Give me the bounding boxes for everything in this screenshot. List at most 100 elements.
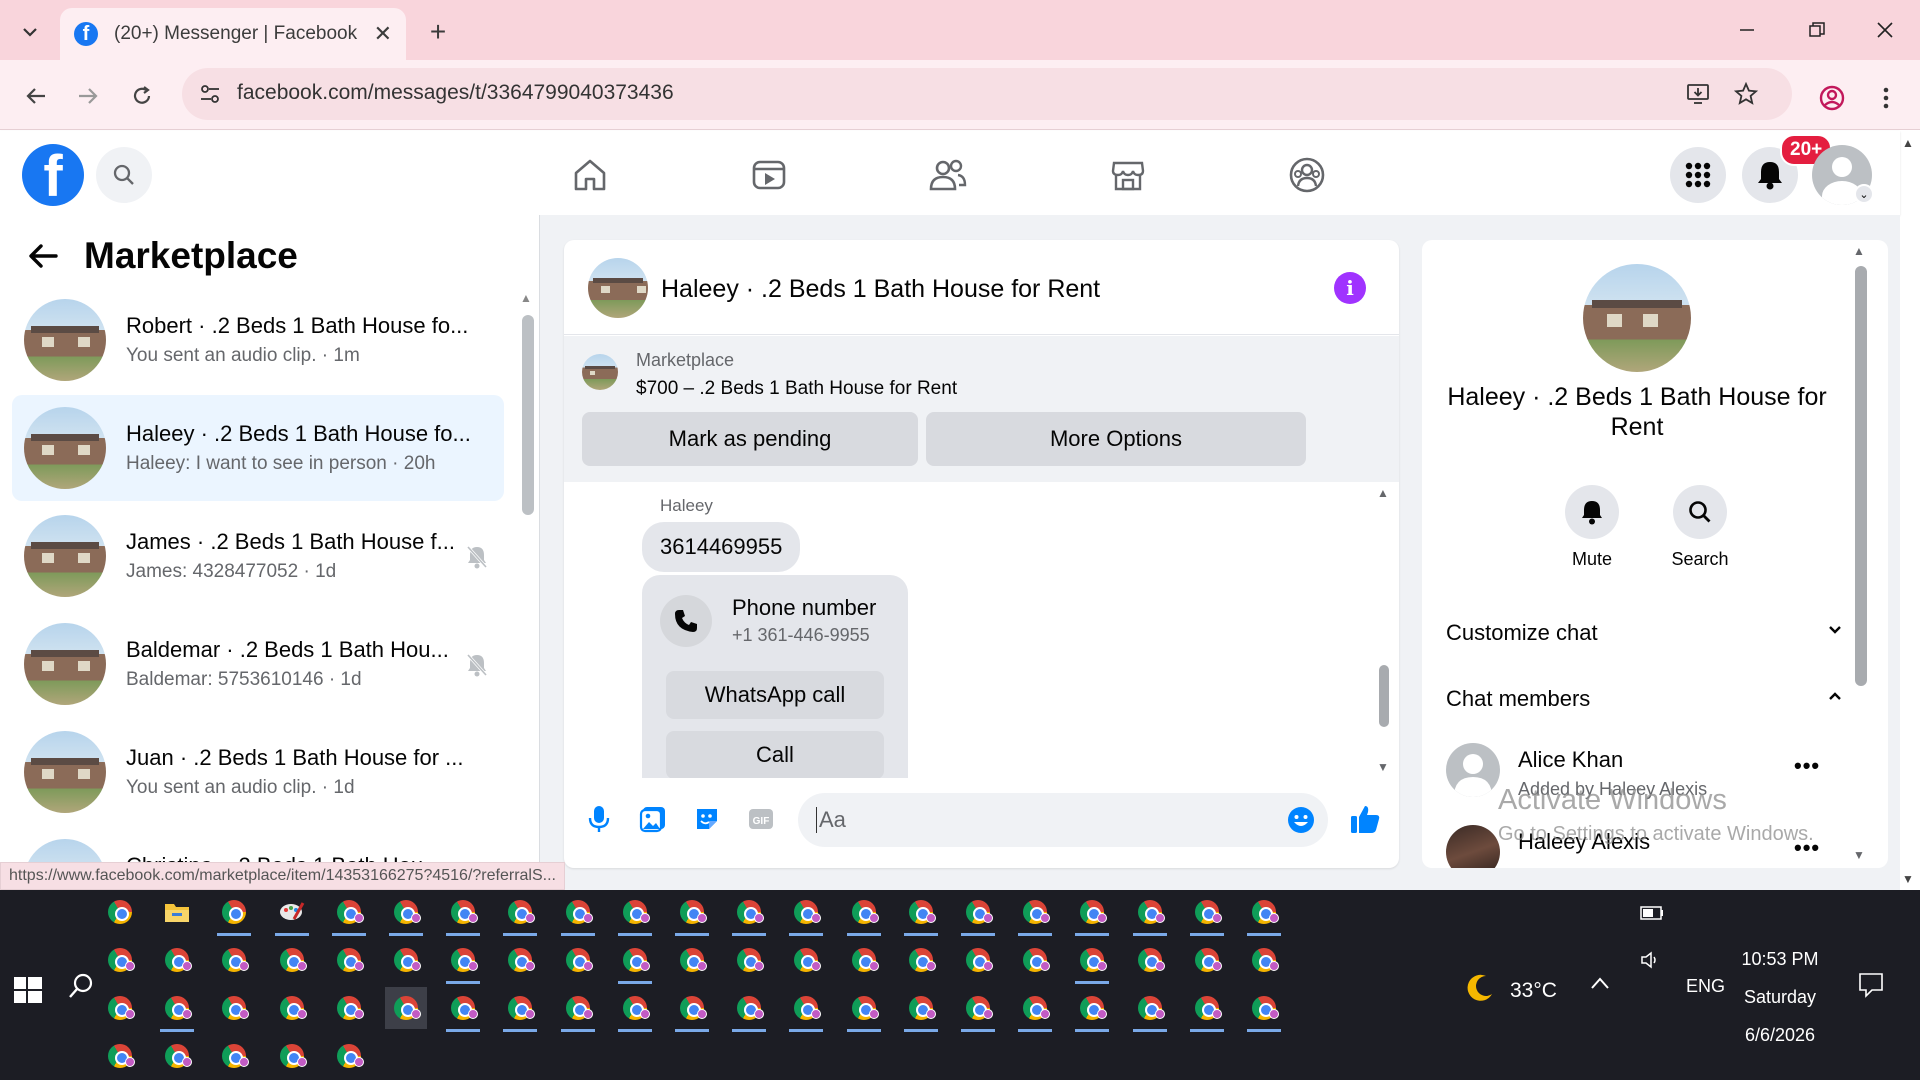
chrome-app-icon[interactable] [1186,891,1228,936]
nav-video-icon[interactable] [741,151,797,199]
nav-friends-icon[interactable] [920,151,976,199]
mute-action[interactable]: Mute [1552,485,1632,570]
chrome-app-icon[interactable] [156,939,198,981]
notification-center-icon[interactable] [1858,972,1884,1003]
chrome-app-icon[interactable] [1014,891,1056,936]
chrome-app-icon[interactable] [442,987,484,1032]
restore-button[interactable] [1794,10,1840,50]
file-explorer-icon[interactable] [156,891,198,933]
chrome-app-icon[interactable] [213,1035,255,1077]
conversation-item[interactable]: James · .2 Beds 1 Bath House f... James:… [12,503,504,609]
chrome-app-icon[interactable] [99,939,141,981]
thumbs-up-icon[interactable] [1348,802,1382,836]
chrome-app-icon[interactable] [900,939,942,981]
chrome-app-icon[interactable] [213,987,255,1029]
conversation-item[interactable]: Juan · .2 Beds 1 Bath House for ... You … [12,719,504,825]
chrome-app-icon[interactable] [785,939,827,981]
details-scroll-down-icon[interactable]: ▼ [1853,848,1865,862]
battery-icon[interactable] [1640,904,1664,925]
messages-scroll-up-icon[interactable]: ▲ [1377,486,1389,500]
chrome-app-icon[interactable] [99,1035,141,1077]
show-hidden-icons-chevron-icon[interactable] [1590,974,1610,995]
chrome-app-icon[interactable] [1243,939,1285,981]
chrome-app-icon[interactable] [385,891,427,936]
chrome-app-icon[interactable] [442,891,484,936]
chrome-app-icon[interactable] [156,987,198,1032]
chrome-app-icon[interactable] [499,987,541,1032]
forward-button[interactable] [68,76,108,116]
account-chevron-down-icon[interactable]: ⌄ [1854,184,1874,204]
profile-icon[interactable] [1816,82,1848,114]
chrome-app-icon[interactable] [328,987,370,1029]
address-bar[interactable]: facebook.com/messages/t/3364799040373436 [182,68,1792,120]
chrome-app-icon[interactable] [1071,939,1113,984]
customize-chat-row[interactable]: Customize chat [1446,620,1841,646]
whatsapp-call-button[interactable]: WhatsApp call [666,671,884,719]
chrome-app-icon[interactable] [499,891,541,936]
menu-grid-button[interactable] [1670,147,1726,203]
chrome-app-icon[interactable] [728,987,770,1032]
chat-members-row[interactable]: Chat members [1446,686,1841,712]
chrome-app-icon[interactable] [271,939,313,981]
search-action[interactable]: Search [1660,485,1740,570]
chrome-app-icon[interactable] [671,987,713,1032]
taskbar-clock[interactable]: 10:53 PM Saturday 6/6/2026 [1720,940,1840,1054]
chat-info-icon[interactable]: i [1334,272,1366,304]
chrome-app-icon[interactable] [385,987,427,1029]
chrome-app-icon[interactable] [213,891,255,936]
chrome-app-icon[interactable] [1186,987,1228,1032]
message-bubble[interactable]: 3614469955 [642,522,801,572]
chrome-app-icon[interactable] [557,891,599,936]
chrome-app-icon[interactable] [728,891,770,936]
chrome-app-icon[interactable] [1243,987,1285,1032]
messages-scrollbar[interactable] [1379,665,1389,727]
scroll-up-arrow-icon[interactable]: ▲ [520,291,532,305]
chrome-app-icon[interactable] [328,1035,370,1077]
chrome-app-icon[interactable] [1186,939,1228,981]
chrome-app-icon[interactable] [785,891,827,936]
mark-as-pending-button[interactable]: Mark as pending [582,412,918,466]
chrome-app-icon[interactable] [557,939,599,981]
reload-button[interactable] [122,76,162,116]
details-scrollbar[interactable] [1855,266,1867,686]
chrome-app-icon[interactable] [1129,987,1171,1032]
chrome-app-icon[interactable] [614,987,656,1032]
chrome-app-icon[interactable] [156,1035,198,1077]
microphone-icon[interactable] [582,802,616,836]
chrome-app-icon[interactable] [957,939,999,981]
messages-scroll-down-icon[interactable]: ▼ [1377,760,1389,774]
chrome-app-icon[interactable] [671,891,713,936]
bookmark-star-icon[interactable] [1730,78,1762,110]
chrome-app-icon[interactable] [1071,891,1113,936]
call-button[interactable]: Call [666,731,884,778]
conversation-item[interactable]: Robert · .2 Beds 1 Bath House fo... You … [12,287,504,393]
chrome-app-icon[interactable] [385,939,427,981]
details-scroll-up-icon[interactable]: ▲ [1853,244,1865,258]
chrome-app-icon[interactable] [557,987,599,1032]
chrome-app-icon[interactable] [728,939,770,981]
chrome-app-icon[interactable] [614,891,656,936]
nav-marketplace-icon[interactable] [1100,151,1156,199]
chrome-app-icon[interactable] [1014,987,1056,1032]
install-app-icon[interactable] [1682,78,1714,110]
back-button[interactable] [16,76,56,116]
tab-close-icon[interactable]: ✕ [374,21,392,47]
facebook-logo-icon[interactable]: f [22,144,84,206]
listing-price-title[interactable]: $700 – .2 Beds 1 Bath House for Rent [636,378,957,400]
chat-profile-thumbnail[interactable] [1583,264,1691,372]
chrome-app-icon[interactable] [957,987,999,1032]
chrome-app-icon[interactable] [900,891,942,936]
taskbar-search-icon[interactable] [68,972,96,1005]
chrome-app-icon[interactable] [271,987,313,1029]
windows-start-icon[interactable] [14,976,42,1004]
chrome-app-icon[interactable] [1129,891,1171,936]
back-arrow-icon[interactable] [28,239,58,278]
paint-app-icon[interactable] [271,891,313,936]
chat-list-scrollbar[interactable] [522,315,534,515]
close-window-button[interactable] [1862,10,1908,50]
chrome-app-icon[interactable] [1243,891,1285,936]
taskbar-weather[interactable]: 33°C [1464,972,1557,1010]
new-tab-button[interactable]: + [420,14,456,50]
more-options-button[interactable]: More Options [926,412,1306,466]
chrome-app-icon[interactable] [213,939,255,981]
